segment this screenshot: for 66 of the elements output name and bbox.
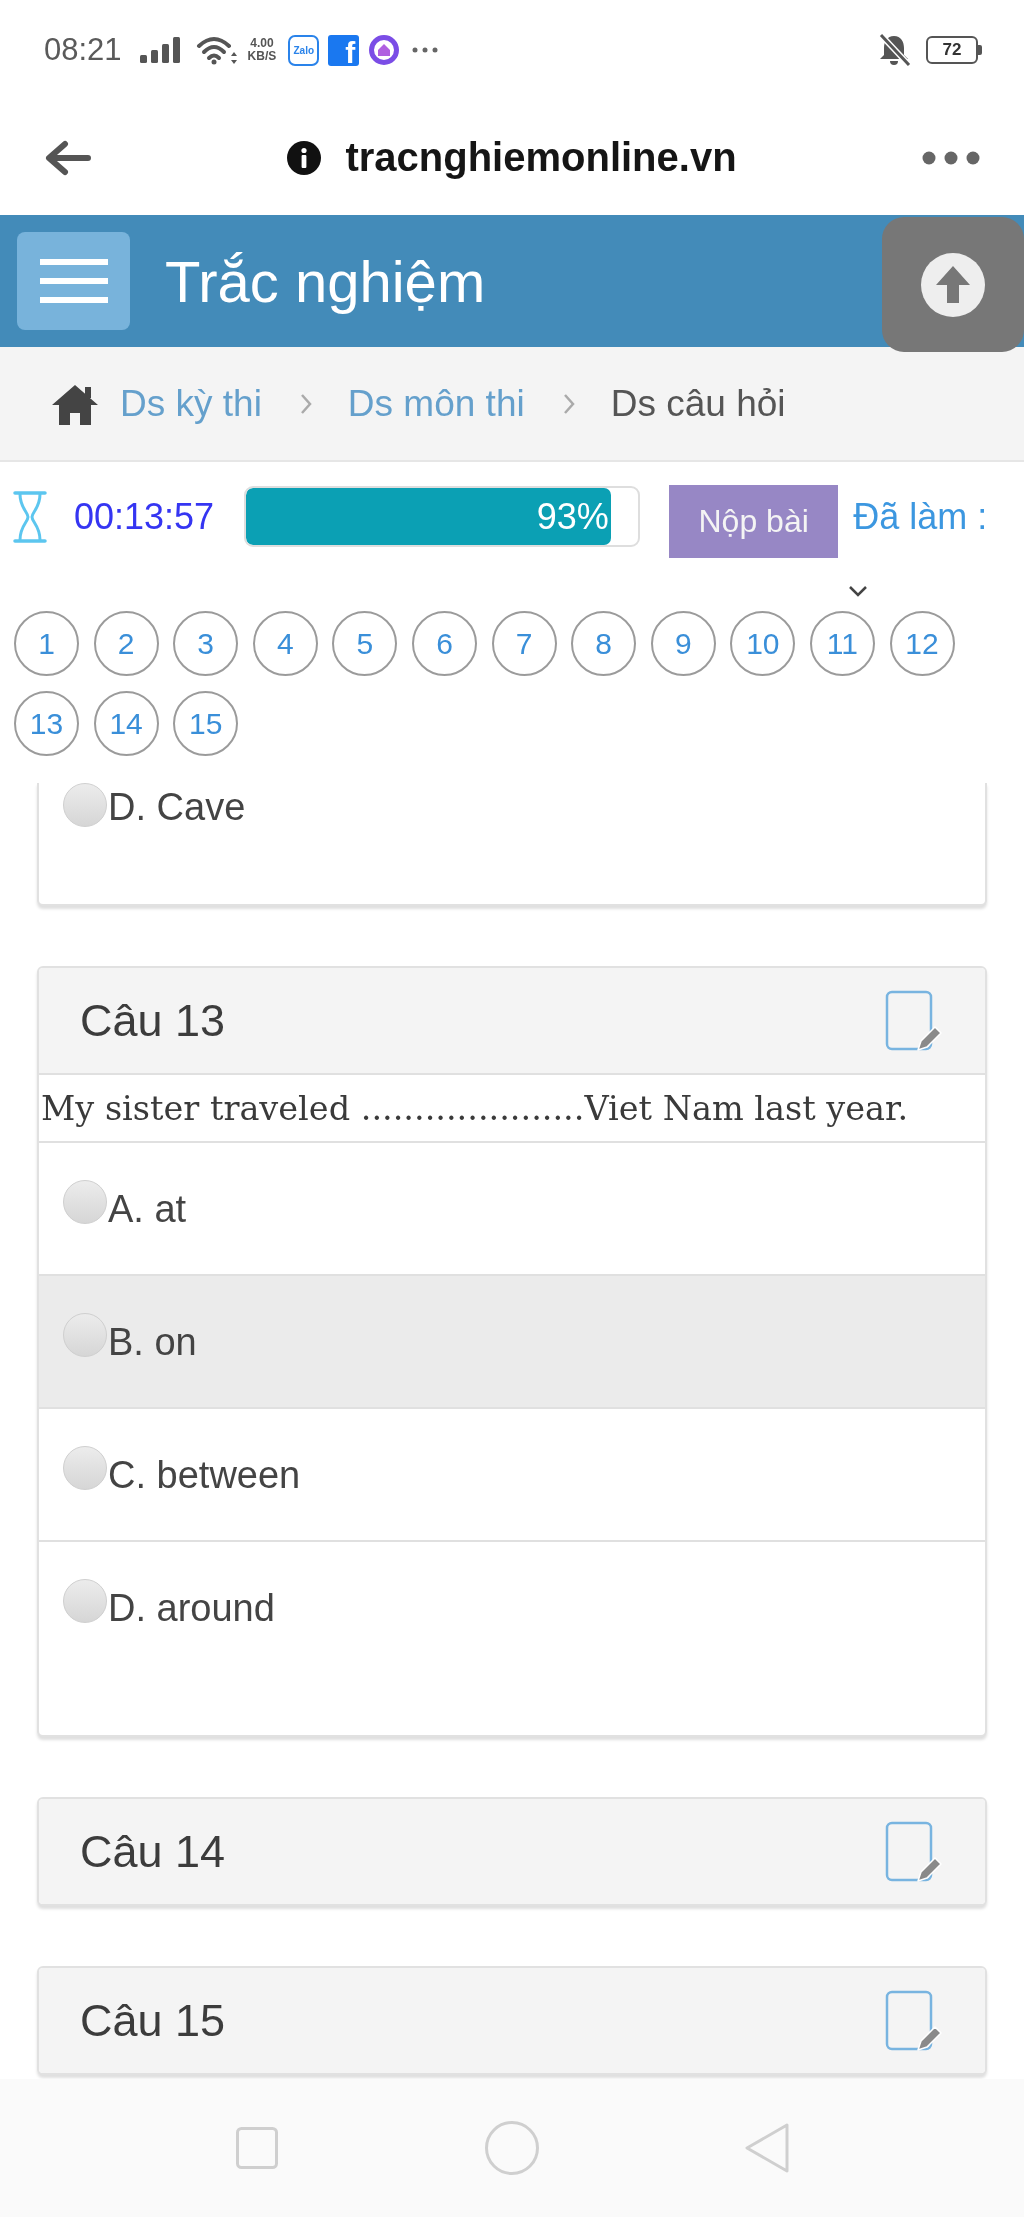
page-title: Trắc nghiệm xyxy=(165,247,486,315)
more-dots-icon xyxy=(412,47,439,53)
question-header[interactable]: Câu 15 xyxy=(39,1968,985,2073)
question-number-button[interactable]: 10 xyxy=(730,611,796,676)
note-pencil-icon[interactable] xyxy=(885,1820,943,1883)
question-number-button[interactable]: 4 xyxy=(252,611,318,676)
question-number-button[interactable]: 13 xyxy=(14,691,79,756)
question-number-button[interactable]: 11 xyxy=(809,611,875,676)
network-speed-unit: KB/S xyxy=(247,50,277,63)
question-number-button[interactable]: 14 xyxy=(93,691,159,756)
answer-option[interactable]: C. between xyxy=(39,1409,985,1542)
answer-option[interactable]: D. Cave xyxy=(39,783,985,904)
question-header[interactable]: Câu 14 xyxy=(39,1799,985,1904)
question-title: Câu 13 xyxy=(80,994,226,1047)
menu-button[interactable] xyxy=(17,232,130,330)
status-time: 08:21 xyxy=(44,32,122,68)
back-arrow-icon xyxy=(45,139,91,176)
back-button[interactable] xyxy=(45,139,91,176)
timer-text: 00:13:57 xyxy=(74,495,215,538)
breadcrumb-link[interactable]: Ds kỳ thi xyxy=(120,382,262,425)
radio-button[interactable] xyxy=(63,1313,107,1357)
answer-option[interactable]: B. on xyxy=(39,1276,985,1409)
chevron-down-icon[interactable] xyxy=(848,585,868,597)
radio-button[interactable] xyxy=(63,783,107,827)
signal-icon xyxy=(139,37,182,63)
social-app-logo: f xyxy=(328,34,360,66)
question-number-button[interactable]: 1 xyxy=(14,611,79,676)
question-text: My sister traveled .....................Viet Nam last year. xyxy=(39,1075,985,1143)
question-number-button[interactable]: 7 xyxy=(491,611,557,676)
radio-button[interactable] xyxy=(63,1180,107,1224)
arrow-up-icon xyxy=(921,252,985,317)
note-pencil-icon[interactable] xyxy=(885,1989,943,2052)
answered-label: Đã làm : xyxy=(853,495,988,538)
hourglass-icon xyxy=(12,489,48,544)
radio-button[interactable] xyxy=(63,1579,107,1623)
url-text[interactable]: tracnghiemonline.vn xyxy=(345,135,737,180)
menu-icon xyxy=(39,259,108,303)
question-number-button[interactable]: 5 xyxy=(332,611,398,676)
chevron-right-icon xyxy=(562,392,575,415)
ring-app-icon xyxy=(368,34,401,66)
answer-option[interactable]: D. around xyxy=(39,1542,985,1735)
browser-menu-button[interactable] xyxy=(922,150,980,165)
question-number-button[interactable]: 6 xyxy=(411,611,477,676)
radio-button[interactable] xyxy=(63,1446,107,1490)
breadcrumb-link[interactable]: Ds môn thi xyxy=(347,382,525,425)
question-number-button[interactable]: 9 xyxy=(650,611,716,676)
question-header[interactable]: Câu 13 xyxy=(39,968,985,1073)
chevron-right-icon xyxy=(299,392,312,415)
battery-indicator: 72 xyxy=(926,36,982,64)
wifi-icon xyxy=(195,35,238,65)
chat-app-logo: Zalo xyxy=(288,34,320,66)
question-number-button[interactable]: 8 xyxy=(571,611,637,676)
network-speed-value: 4.00 xyxy=(250,37,274,50)
scroll-top-button[interactable] xyxy=(882,217,1024,352)
question-number-button[interactable]: 3 xyxy=(173,611,239,676)
question-number-button[interactable]: 15 xyxy=(173,691,239,756)
note-pencil-icon[interactable] xyxy=(885,989,943,1052)
progress-reading: 93% xyxy=(536,495,610,538)
submit-button[interactable]: Nộp bài xyxy=(669,485,839,558)
breadcrumb-current: Ds câu hỏi xyxy=(610,382,786,425)
question-number-button[interactable]: 12 xyxy=(889,611,955,676)
question-number-button[interactable]: 2 xyxy=(93,611,159,676)
question-title: Câu 14 xyxy=(80,1825,226,1878)
menu-dots-icon xyxy=(922,150,980,165)
info-icon[interactable] xyxy=(287,140,322,175)
question-title: Câu 15 xyxy=(80,1994,226,2047)
